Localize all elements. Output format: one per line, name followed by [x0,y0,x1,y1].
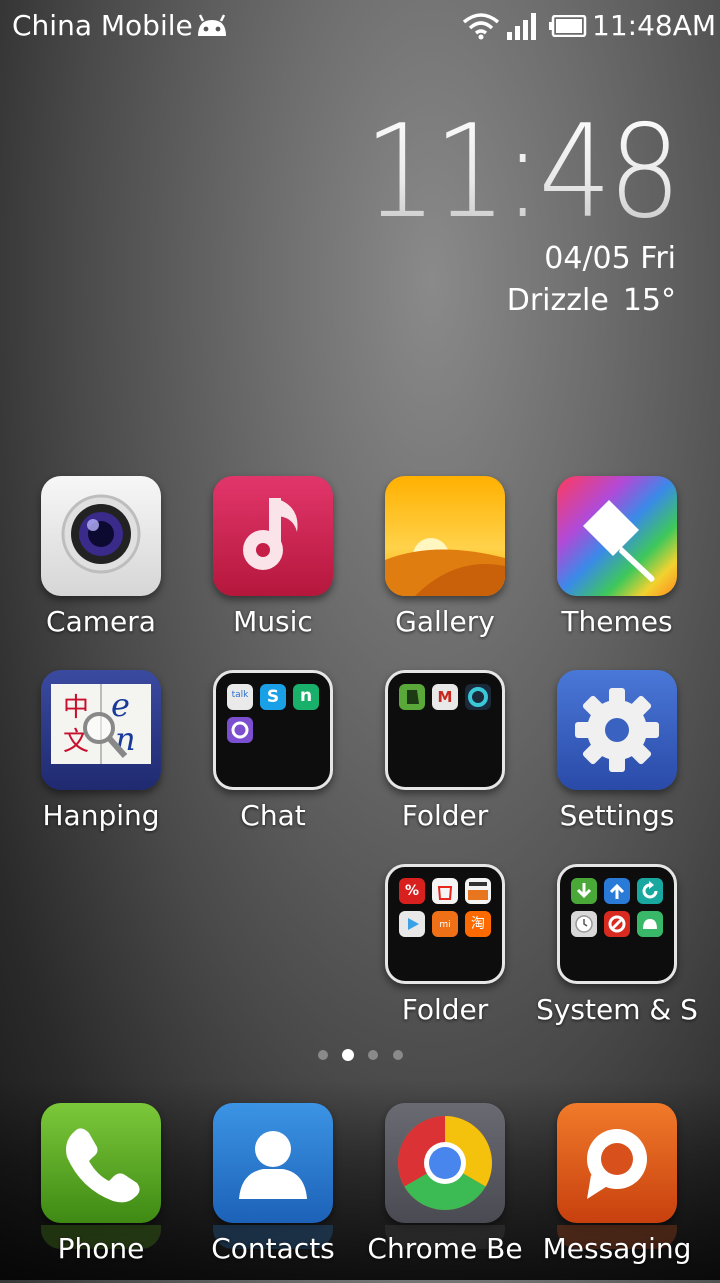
app-label: Camera [46,605,156,638]
settings-icon [557,670,677,790]
folder-label: Chat [240,799,306,832]
svg-text:e: e [111,686,130,724]
download-icon [571,878,597,904]
dock-label: Phone [57,1232,145,1265]
gallery-icon [385,476,505,596]
app-camera[interactable]: Camera [15,476,187,656]
app-gallery[interactable]: Gallery [359,476,531,656]
shopping-icon [432,878,458,904]
chrome-icon [385,1103,505,1223]
folder-label: Folder [401,799,489,832]
folder-chat[interactable]: talk S n Chat [187,670,359,850]
block-icon [604,911,630,937]
dock-chrome[interactable]: Chrome Be [359,1103,531,1283]
mi-store-icon: mi [432,911,458,937]
android-icon [198,14,226,36]
status-bar: China Mobile 11:48AM [0,0,720,52]
dock-label: Messaging [542,1232,692,1265]
folder-icon: % mi 淘 [385,864,505,984]
app-label: Hanping [42,799,160,832]
app-label: Gallery [395,605,495,638]
page-indicator[interactable] [314,1049,410,1062]
n-icon: n [293,684,319,710]
dock-messaging[interactable]: Messaging [531,1103,703,1283]
folder-icon: talk S n [213,670,333,790]
folder-1[interactable]: M Folder [359,670,531,850]
messaging-icon [557,1103,677,1223]
page-dot[interactable] [318,1050,328,1060]
page-dot-active[interactable] [342,1049,354,1061]
wifi-icon [462,13,500,40]
clock-time: 11:48 [364,98,682,247]
amazon-icon [465,878,491,904]
upload-icon [604,878,630,904]
dock-label: Contacts [211,1232,335,1265]
weather-temperature: 15° [622,283,676,318]
hanping-icon: 中 文 e n [41,670,161,790]
play-store-icon [399,911,425,937]
talk-icon: talk [227,684,253,710]
status-time: 11:48AM [592,9,717,42]
themes-icon [557,476,677,596]
folder-icon: M [385,670,505,790]
svg-text:中: 中 [63,693,89,723]
battery-icon [549,15,587,37]
phone-icon [41,1103,161,1223]
app-label: Settings [559,799,675,832]
dock-contacts[interactable]: Contacts [187,1103,359,1283]
gmail-icon: M [432,684,458,710]
carrier-name: China Mobile [12,9,193,42]
folder-2[interactable]: % mi 淘 Folder [359,864,531,1044]
folder-label: System & S [536,993,698,1026]
dock-phone[interactable]: Phone [15,1103,187,1283]
android-icon [637,911,663,937]
app-label: Music [233,605,313,638]
dock-label: Chrome Be [367,1232,523,1265]
viber-icon [227,717,253,743]
app-themes[interactable]: Themes [531,476,703,656]
page-dot[interactable] [393,1050,403,1060]
evernote-icon [399,684,425,710]
weather-condition: Drizzle [506,283,609,318]
app-settings[interactable]: Settings [531,670,703,850]
app-label: Themes [561,605,673,638]
camera-icon [41,476,161,596]
weather-line: Drizzle 15° [507,282,676,320]
signal-icon [507,13,536,40]
app-music[interactable]: Music [187,476,359,656]
contacts-icon [213,1103,333,1223]
page-dot[interactable] [368,1050,378,1060]
clock-date: 04/05 Fri [544,241,676,276]
refresh-icon [637,878,663,904]
folder-label: Folder [401,993,489,1026]
circle-app-icon [465,684,491,710]
skype-icon: S [260,684,286,710]
folder-icon [557,864,677,984]
music-icon [213,476,333,596]
app-hanping[interactable]: 中 文 e n Hanping [15,670,187,850]
clock-icon [571,911,597,937]
taobao-icon: 淘 [465,911,491,937]
deals-icon: % [399,878,425,904]
folder-system[interactable]: System & S [531,864,703,1044]
